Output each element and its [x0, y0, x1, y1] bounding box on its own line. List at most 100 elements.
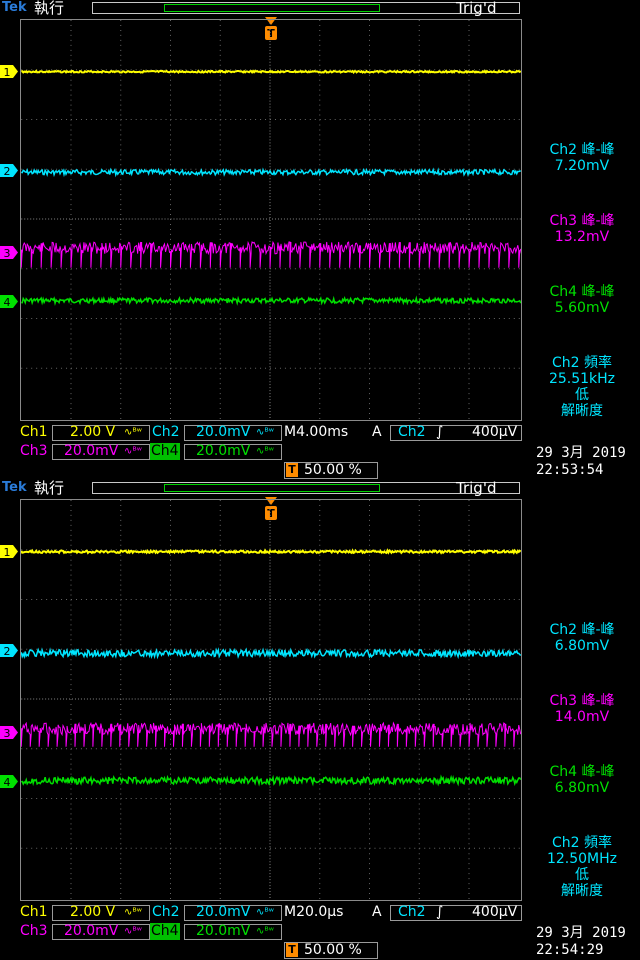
resolution-label: 解晰度	[561, 883, 603, 899]
ch3-label[interactable]: Ch3	[20, 923, 48, 940]
ch4-marker[interactable]: 4	[0, 775, 19, 788]
timebase[interactable]: M4.00ms	[284, 424, 348, 441]
ch3-trace	[21, 240, 521, 268]
meas-ch2-pkpk: Ch2 峰-峰 6.80mV	[524, 622, 640, 654]
trigger-pct-icon: T	[286, 463, 298, 477]
meas-value: 6.80mV	[554, 638, 610, 654]
trigger-source: Ch2	[398, 424, 426, 440]
meas-label: Ch3 峰-峰	[549, 213, 615, 229]
ch1-marker[interactable]: 1	[0, 65, 19, 78]
trigger-position-pct: 50.00 %	[304, 462, 362, 478]
ch4-scale: 20.0mV	[196, 443, 251, 459]
bandwidth-icon: ∿ᴮʷ	[256, 926, 274, 937]
ch1-label[interactable]: Ch1	[20, 424, 48, 441]
status-bar: Tek 執行 Trig'd	[0, 480, 640, 498]
ch3-label[interactable]: Ch3	[20, 443, 48, 460]
meas-value: 12.50MHz	[546, 851, 618, 867]
ch1-label[interactable]: Ch1	[20, 904, 48, 921]
scope-screen-1: Tek 執行 Trig'd T 1 2 3 4 Ch2 峰-峰 7.20mV C…	[0, 0, 640, 480]
ch4-trace	[21, 774, 521, 787]
bandwidth-icon: ∿ᴮʷ	[124, 907, 142, 918]
ch2-label[interactable]: Ch2	[152, 424, 180, 441]
time: 22:54:29	[536, 942, 604, 958]
ch2-label[interactable]: Ch2	[152, 904, 180, 921]
record-window	[164, 484, 380, 492]
tek-logo: Tek	[2, 480, 27, 495]
ch3-marker-label: 3	[4, 247, 11, 259]
status-bar: Tek 執行 Trig'd	[0, 0, 640, 18]
trigger-state: Trig'd	[456, 0, 497, 17]
ch2-scale: 20.0mV	[196, 424, 251, 440]
ch1-scale: 2.00 V	[70, 904, 116, 920]
trigger-slope-icon: ∫	[436, 424, 444, 440]
ch1-marker-label: 1	[4, 66, 11, 78]
waveform-grid	[20, 499, 522, 901]
trigger-level: 400µV	[472, 424, 518, 440]
bandwidth-icon: ∿ᴮʷ	[256, 446, 274, 457]
meas-ch4-pkpk: Ch4 峰-峰 6.80mV	[524, 764, 640, 796]
ch1-marker[interactable]: 1	[0, 545, 19, 558]
ch3-scale: 20.0mV	[64, 443, 119, 459]
trigger-pct-icon: T	[286, 943, 298, 957]
date: 29 3月 2019	[536, 925, 626, 941]
ch1-trace	[21, 548, 521, 555]
low-res-label: 低	[575, 387, 589, 403]
meas-label: Ch2 峰-峰	[549, 142, 615, 158]
ch1-marker-label: 1	[4, 546, 11, 558]
ch3-marker[interactable]: 3	[0, 726, 19, 739]
trigger-source: Ch2	[398, 904, 426, 920]
acq-mode: A	[372, 904, 382, 920]
ch2-marker-label: 2	[4, 165, 11, 177]
bandwidth-icon: ∿ᴮʷ	[124, 427, 142, 438]
ch2-scale: 20.0mV	[196, 904, 251, 920]
run-state: 執行	[34, 480, 65, 497]
scope-screen-2: Tek 執行 Trig'd T 1 2 3 4 Ch2 峰-峰 6.80mV C…	[0, 480, 640, 960]
ch4-label[interactable]: Ch4	[150, 443, 180, 460]
ch2-trace	[21, 167, 521, 178]
meas-label: Ch2 峰-峰	[549, 622, 615, 638]
ch2-marker[interactable]: 2	[0, 644, 19, 657]
meas-value: 7.20mV	[554, 158, 610, 174]
ch2-marker-label: 2	[4, 645, 11, 657]
meas-label: Ch3 峰-峰	[549, 693, 615, 709]
meas-ch3-pkpk: Ch3 峰-峰 14.0mV	[524, 693, 640, 725]
bandwidth-icon: ∿ᴮʷ	[256, 427, 274, 438]
meas-value: 14.0mV	[554, 709, 610, 725]
trigger-slope-icon: ∫	[436, 904, 444, 920]
ch1-trace	[21, 69, 521, 75]
waveform-grid	[20, 19, 522, 421]
ch3-trace	[21, 721, 521, 747]
ch4-marker-label: 4	[4, 296, 11, 308]
readout-row-1: Ch1 2.00 V ∿ᴮʷ Ch2 20.0mV ∿ᴮʷ M20.0µs A …	[0, 904, 640, 922]
low-res-label: 低	[575, 867, 589, 883]
ch3-scale: 20.0mV	[64, 923, 119, 939]
readout-row-1: Ch1 2.00 V ∿ᴮʷ Ch2 20.0mV ∿ᴮʷ M4.00ms A …	[0, 424, 640, 442]
ch4-trace	[21, 295, 521, 307]
resolution-label: 解晰度	[561, 403, 603, 419]
meas-label: Ch4 峰-峰	[549, 764, 615, 780]
meas-ch2-pkpk: Ch2 峰-峰 7.20mV	[524, 142, 640, 174]
ch2-marker[interactable]: 2	[0, 164, 19, 177]
tek-logo: Tek	[2, 0, 27, 15]
meas-label: Ch2 頻率	[551, 355, 612, 371]
meas-value: 13.2mV	[554, 229, 610, 245]
timebase[interactable]: M20.0µs	[284, 904, 343, 921]
bandwidth-icon: ∿ᴮʷ	[124, 926, 142, 937]
meas-label: Ch2 頻率	[551, 835, 612, 851]
trigger-level: 400µV	[472, 904, 518, 920]
acq-mode: A	[372, 424, 382, 440]
meas-ch2-freq: Ch2 頻率 25.51kHz 低 解晰度	[524, 355, 640, 419]
meas-value: 25.51kHz	[548, 371, 616, 387]
date: 29 3月 2019	[536, 445, 626, 461]
ch1-scale: 2.00 V	[70, 424, 116, 440]
meas-ch3-pkpk: Ch3 峰-峰 13.2mV	[524, 213, 640, 245]
trigger-position-pct: 50.00 %	[304, 942, 362, 958]
ch4-marker[interactable]: 4	[0, 295, 19, 308]
run-state: 執行	[34, 0, 65, 17]
ch3-marker[interactable]: 3	[0, 246, 19, 259]
meas-value: 5.60mV	[554, 300, 610, 316]
record-window	[164, 4, 380, 12]
bandwidth-icon: ∿ᴮʷ	[124, 446, 142, 457]
time: 22:53:54	[536, 462, 604, 478]
ch4-label[interactable]: Ch4	[150, 923, 180, 940]
